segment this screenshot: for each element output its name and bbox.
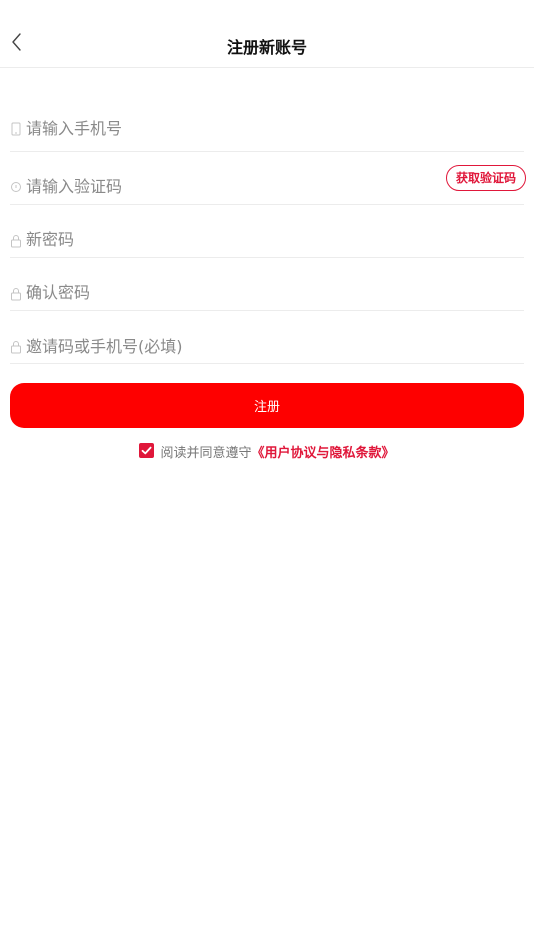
agreement-row: 阅读并同意遵守《用户协议与隐私条款》 [0, 442, 534, 461]
lock-icon [10, 286, 22, 301]
confirm-password-input[interactable] [26, 277, 426, 307]
agree-checkbox[interactable] [139, 443, 155, 458]
agreement-link[interactable]: 《用户协议与隐私条款》 [252, 446, 395, 461]
invite-input[interactable] [26, 331, 426, 361]
check-icon [142, 446, 152, 455]
get-code-button[interactable]: 获取验证码 [445, 165, 526, 191]
lock-icon [10, 339, 22, 354]
phone-input[interactable] [26, 113, 426, 143]
phone-icon [10, 121, 22, 136]
confirm-password-field [10, 259, 524, 311]
page-title: 注册新账号 [226, 38, 307, 57]
invite-field [10, 312, 524, 364]
code-input[interactable] [26, 171, 406, 201]
password-input[interactable] [26, 224, 426, 254]
agreement-text: 阅读并同意遵守 [160, 446, 252, 461]
password-field [10, 206, 524, 258]
phone-field [10, 100, 524, 152]
shield-icon [10, 179, 22, 193]
register-button[interactable]: 注册 [10, 383, 524, 428]
lock-icon [10, 233, 22, 248]
nav-bar: 注册新账号 [0, 0, 534, 68]
